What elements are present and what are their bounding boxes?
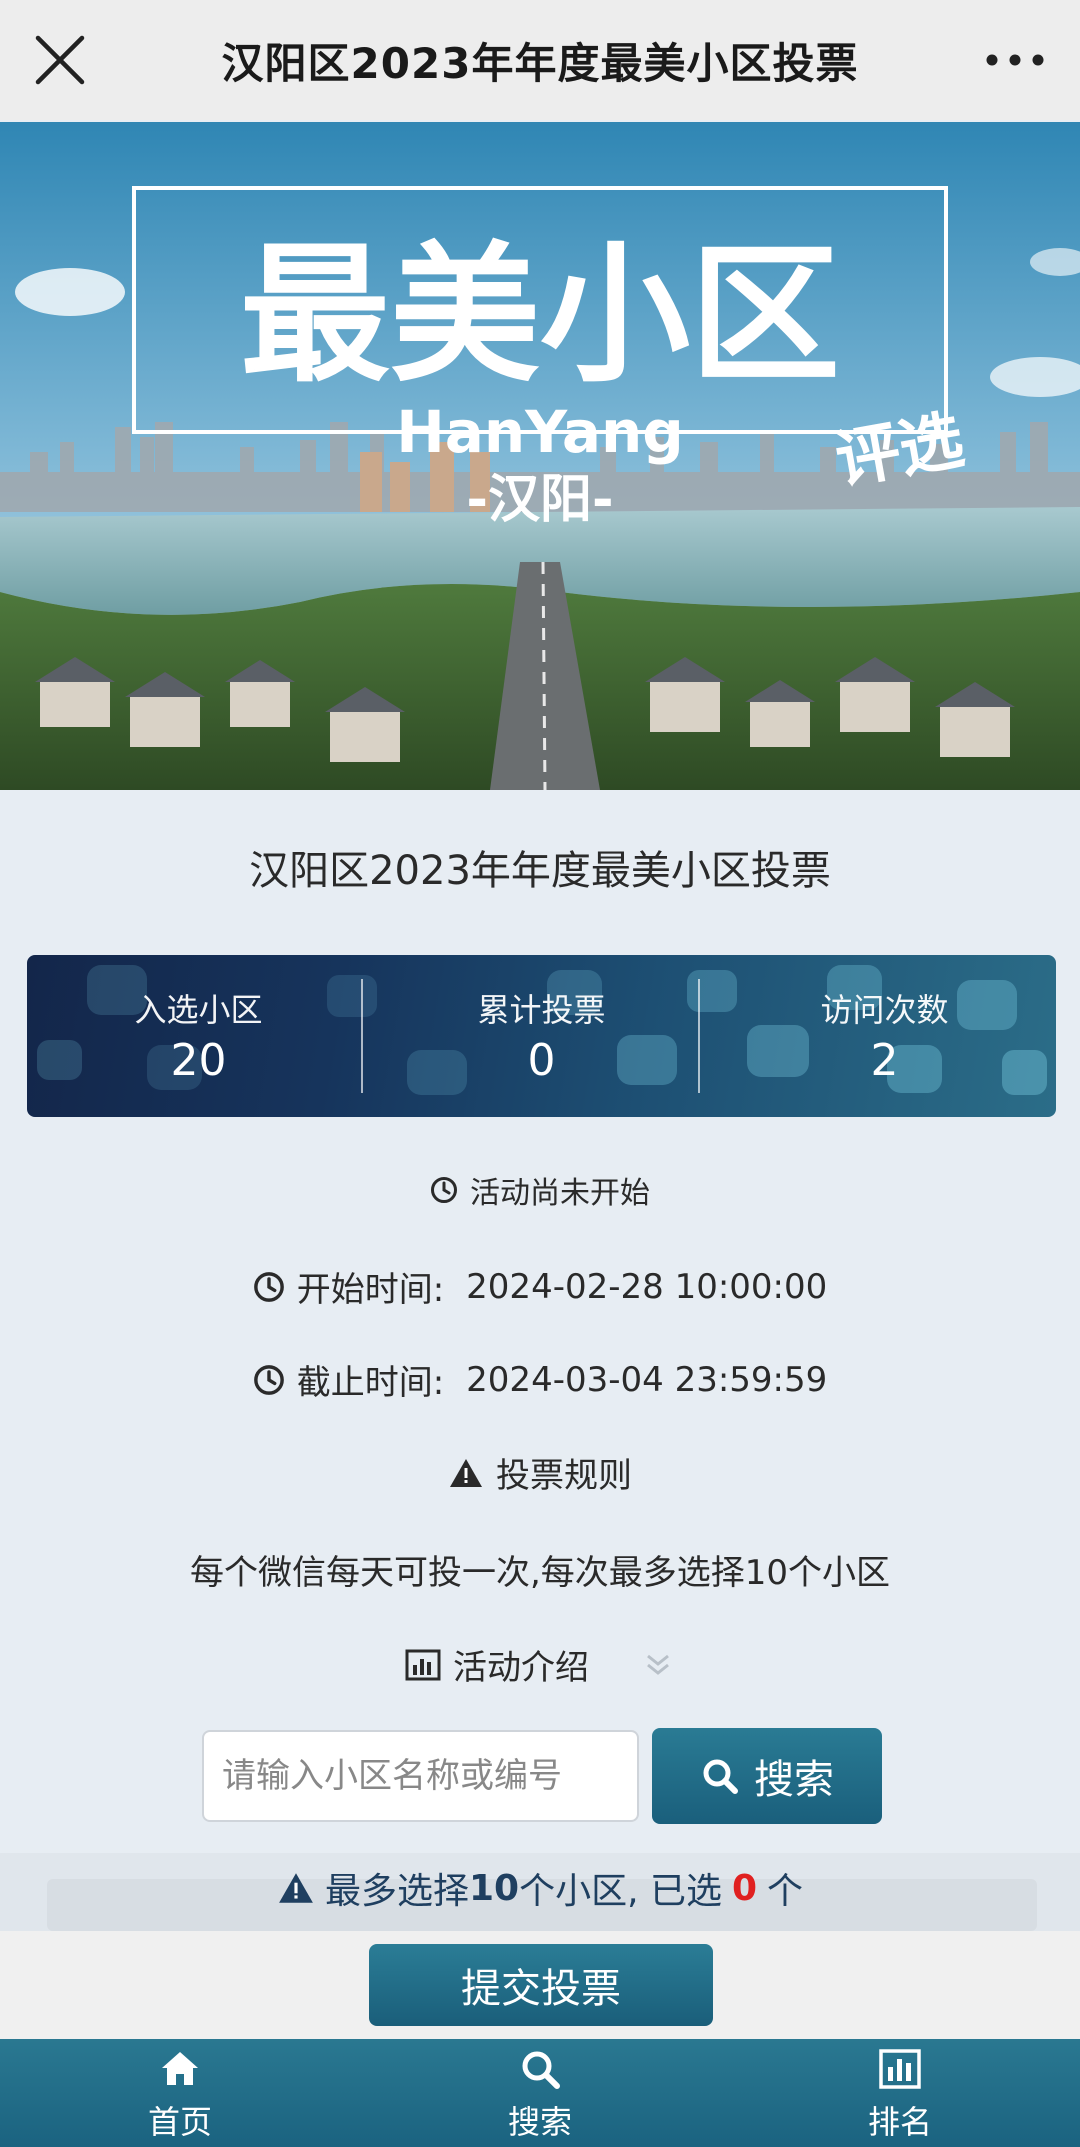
bar-chart-icon: [405, 1649, 441, 1680]
stat-total-votes: 累计投票 0: [477, 991, 606, 1086]
end-time-label: 截止时间:: [296, 1363, 445, 1403]
tab-search[interactable]: 搜索: [440, 2039, 640, 2147]
submit-vote-button[interactable]: 提交投票: [369, 1944, 713, 2026]
stat-visits: 访问次数 2: [820, 991, 949, 1086]
stat-selected-communities: 入选小区 20: [134, 991, 263, 1086]
selection-notice: 最多选择 10 个小区, 已选 0 个: [0, 1862, 1080, 1914]
activity-intro-toggle[interactable]: 活动介绍: [0, 1640, 1080, 1689]
banner-image: 最美小区 HanYang -汉阳- 评选: [0, 122, 1080, 790]
home-icon: [162, 2052, 198, 2085]
top-nav-bar: 汉阳区2023年年度最美小区投票: [0, 0, 1080, 120]
selected-count: 0: [731, 1867, 758, 1909]
warning-icon: [279, 1873, 313, 1903]
start-time-value: 2024-02-28 10:00:00: [466, 1266, 828, 1307]
tab-home[interactable]: 首页: [80, 2039, 280, 2147]
search-icon: [522, 2051, 560, 2089]
search-button[interactable]: 搜索: [652, 1728, 882, 1824]
banner-headline: 最美小区: [240, 227, 840, 403]
stat-divider: [698, 979, 700, 1093]
more-options-icon[interactable]: [980, 30, 1050, 90]
search-icon: [703, 1759, 738, 1794]
page-title: 汉阳区2023年年度最美小区投票: [221, 38, 859, 88]
tab-ranking[interactable]: 排名: [800, 2039, 1000, 2147]
clock-icon: [253, 1271, 284, 1302]
close-icon[interactable]: [30, 30, 90, 90]
start-time: 开始时间: 2024-02-28 10:00:00: [0, 1262, 1080, 1311]
start-time-label: 开始时间:: [296, 1270, 445, 1310]
banner-subtitle-en: HanYang: [396, 398, 684, 466]
activity-status: 活动尚未开始: [0, 1168, 1080, 1212]
rules-heading: 投票规则: [0, 1448, 1080, 1497]
end-time: 截止时间: 2024-03-04 23:59:59: [0, 1355, 1080, 1404]
stats-panel: 入选小区 20 累计投票 0 访问次数 2: [27, 955, 1056, 1117]
clock-icon: [253, 1364, 284, 1395]
event-title: 汉阳区2023年年度最美小区投票: [249, 848, 831, 894]
rules-text: 每个微信每天可投一次,每次最多选择10个小区: [189, 1553, 891, 1593]
chart-icon: [879, 2049, 921, 2089]
stat-divider: [361, 979, 363, 1093]
warning-icon: [450, 1458, 482, 1487]
chevron-down-icon: [647, 1654, 669, 1675]
end-time-value: 2024-03-04 23:59:59: [466, 1359, 828, 1400]
banner-subtitle-cn: -汉阳-: [466, 470, 613, 530]
bottom-tab-bar: 首页 搜索 排名: [0, 2039, 1080, 2147]
clock-icon: [431, 1177, 457, 1203]
search-input[interactable]: [202, 1730, 639, 1822]
